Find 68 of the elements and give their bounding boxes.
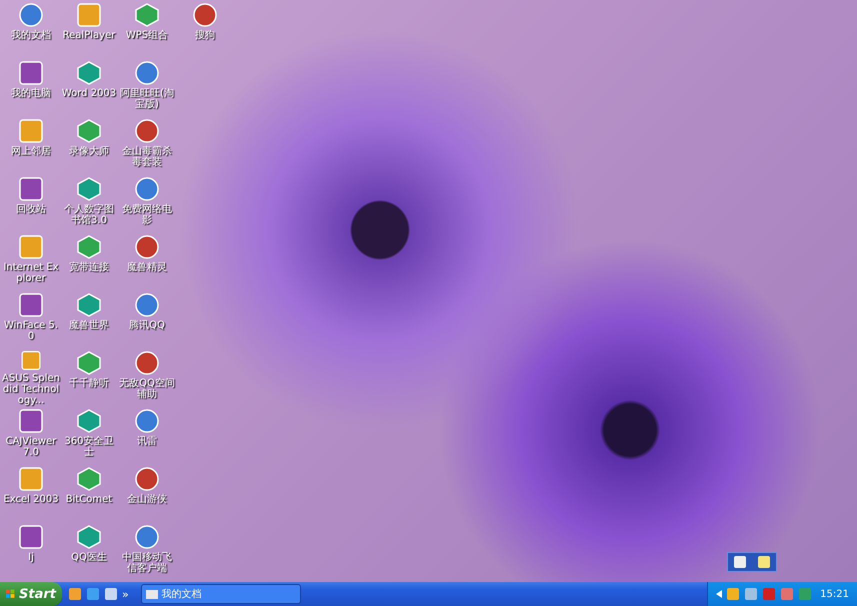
app-icon[interactable] [134, 350, 160, 376]
icon-label[interactable]: 免费网络电影 [118, 204, 176, 226]
icon-label[interactable]: 无敌QQ空间辅助 [118, 378, 176, 400]
icon-label[interactable]: 阿里旺旺(淘宝版) [118, 88, 176, 110]
icon-label[interactable]: 回收站 [2, 204, 60, 215]
task-button[interactable]: 我的文档 [140, 584, 301, 604]
app-icon[interactable] [76, 350, 102, 376]
app-icon[interactable] [76, 60, 102, 86]
icon-label[interactable]: BitComet [60, 494, 118, 505]
app-icon[interactable] [134, 292, 160, 318]
app-icon[interactable] [18, 60, 44, 86]
icon-label[interactable]: Excel 2003 [2, 494, 60, 505]
icon-label[interactable]: Ij [2, 552, 60, 563]
icon-label[interactable]: 网上邻居 [2, 146, 60, 157]
language-bar[interactable] [727, 552, 777, 572]
app-icon[interactable] [134, 466, 160, 492]
app-icon[interactable] [134, 234, 160, 260]
app-icon[interactable] [192, 2, 218, 28]
icon-label[interactable]: WPS组合 [118, 30, 176, 41]
app-icon[interactable] [18, 176, 44, 202]
app-icon[interactable] [18, 408, 44, 434]
app-icon[interactable] [134, 176, 160, 202]
clock[interactable]: 15:21 [820, 588, 849, 600]
icon-label[interactable]: 宽带连接 [60, 262, 118, 273]
icon-label[interactable]: CAJViewer 7.0 [2, 436, 60, 458]
icon-label[interactable]: RealPlayer [60, 30, 118, 41]
icon-label[interactable]: WinFace 5.0 [2, 320, 60, 342]
app-icon[interactable] [134, 60, 160, 86]
icon-label[interactable]: 我的文档 [2, 30, 60, 41]
app-icon[interactable] [104, 587, 118, 601]
app-icon[interactable] [18, 292, 44, 318]
icon-label[interactable]: ASUS Splendid Technology... [2, 373, 60, 406]
app-icon[interactable] [76, 524, 102, 550]
app-icon[interactable] [76, 234, 102, 260]
app-icon[interactable] [76, 118, 102, 144]
icon-label[interactable]: 魔兽世界 [60, 320, 118, 331]
windows-logo-icon [6, 587, 16, 601]
icon-label[interactable]: 录像大师 [60, 146, 118, 157]
tray-icon[interactable] [726, 587, 740, 601]
icon-label[interactable]: 金山游侠 [118, 494, 176, 505]
start-button[interactable]: Start [0, 582, 62, 606]
app-icon[interactable] [134, 2, 160, 28]
icon-label[interactable]: 腾讯QQ [118, 320, 176, 331]
app-icon[interactable] [68, 587, 82, 601]
icon-label[interactable]: QQ医生 [60, 552, 118, 563]
app-icon[interactable] [18, 2, 44, 28]
icon-label[interactable]: 千千静听 [60, 378, 118, 389]
app-icon[interactable] [76, 176, 102, 202]
icon-label[interactable]: 搜狗 [176, 30, 234, 41]
icon-label[interactable]: 中国移动飞信客户端 [118, 552, 176, 574]
app-icon[interactable] [76, 466, 102, 492]
icon-label[interactable]: Word 2003 [60, 88, 118, 99]
app-icon[interactable] [76, 292, 102, 318]
icon-label[interactable]: 我的电脑 [2, 88, 60, 99]
icon-label[interactable]: 个人数字图书馆3.0 [60, 204, 118, 226]
app-icon[interactable] [18, 466, 44, 492]
app-icon[interactable] [18, 524, 44, 550]
app-icon[interactable] [134, 118, 160, 144]
expand-arrow-icon[interactable] [716, 590, 722, 598]
app-icon[interactable] [76, 408, 102, 434]
icon-label[interactable]: 360安全卫士 [60, 436, 118, 458]
icon-label[interactable]: 讯雷 [118, 436, 176, 447]
app-icon[interactable] [134, 408, 160, 434]
icon-label[interactable]: Internet Explorer [2, 262, 60, 284]
icon-label[interactable]: 金山毒霸杀毒套装 [118, 146, 176, 168]
icon-label[interactable]: 魔兽精灵 [118, 262, 176, 273]
more-button[interactable]: » [122, 588, 129, 600]
app-icon[interactable] [134, 524, 160, 550]
